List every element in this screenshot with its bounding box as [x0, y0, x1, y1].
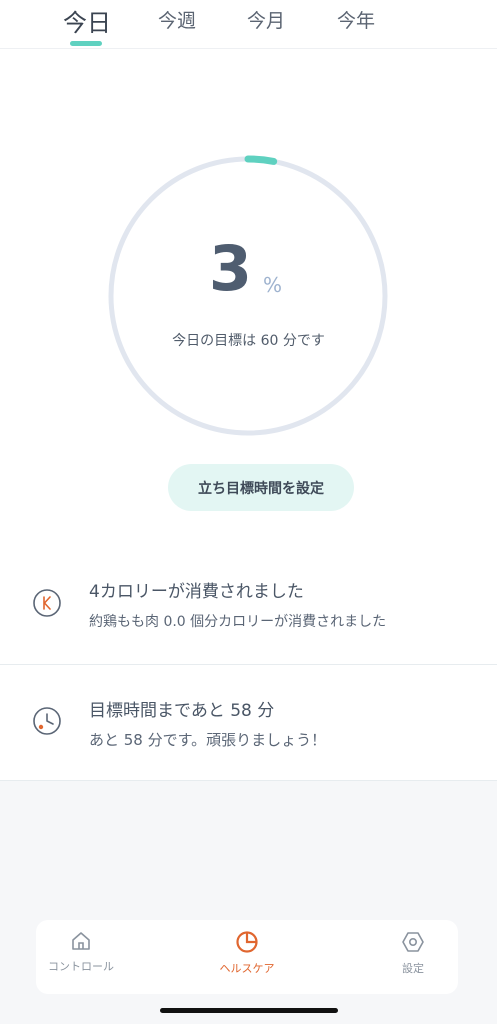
calories-card-subtitle: 約鶏もも肉 0.0 個分カロリーが消費されました	[89, 614, 387, 630]
remaining-time-card-subtitle: あと 58 分です。頑張りましょう！	[89, 731, 327, 749]
calories-card-title: 4カロリーが消費されました	[89, 582, 304, 602]
set-standing-goal-button[interactable]: 立ち目標時間を設定	[168, 464, 354, 511]
progress-percent-unit: %	[263, 273, 283, 297]
remaining-time-card: 目標時間まであと 58 分 あと 58 分です。頑張りましょう！	[0, 664, 497, 781]
nav-control-label: コントロール	[48, 960, 114, 973]
tab-today[interactable]: 今日	[57, 3, 117, 38]
calories-card: 4カロリーが消費されました 約鶏もも肉 0.0 個分カロリーが消費されました	[0, 555, 497, 663]
nav-healthcare-label: ヘルスケア	[219, 962, 275, 975]
nav-healthcare[interactable]: ヘルスケア	[192, 920, 302, 994]
home-icon	[72, 932, 90, 950]
home-indicator	[160, 1008, 338, 1013]
daily-goal-text: 今日の目標は 60 分です	[172, 333, 325, 349]
bottom-navigation: コントロール ヘルスケア 設定	[36, 920, 458, 994]
period-tabs: 今日 今週 今月 今年	[0, 0, 497, 49]
nav-settings[interactable]: 設定	[358, 920, 468, 994]
nav-settings-label: 設定	[402, 962, 424, 975]
remaining-time-card-title: 目標時間まであと 58 分	[89, 701, 275, 721]
tab-this-month[interactable]: 今月	[236, 6, 296, 33]
settings-hexagon-icon	[402, 932, 424, 952]
tab-this-week[interactable]: 今週	[147, 6, 207, 33]
active-tab-indicator	[70, 41, 102, 46]
health-pie-icon	[236, 931, 258, 953]
kcal-icon	[33, 589, 61, 617]
progress-percent-value: 3	[208, 232, 254, 305]
nav-control[interactable]: コントロール	[26, 920, 136, 994]
clock-icon	[33, 707, 61, 735]
tab-this-year[interactable]: 今年	[326, 6, 386, 33]
